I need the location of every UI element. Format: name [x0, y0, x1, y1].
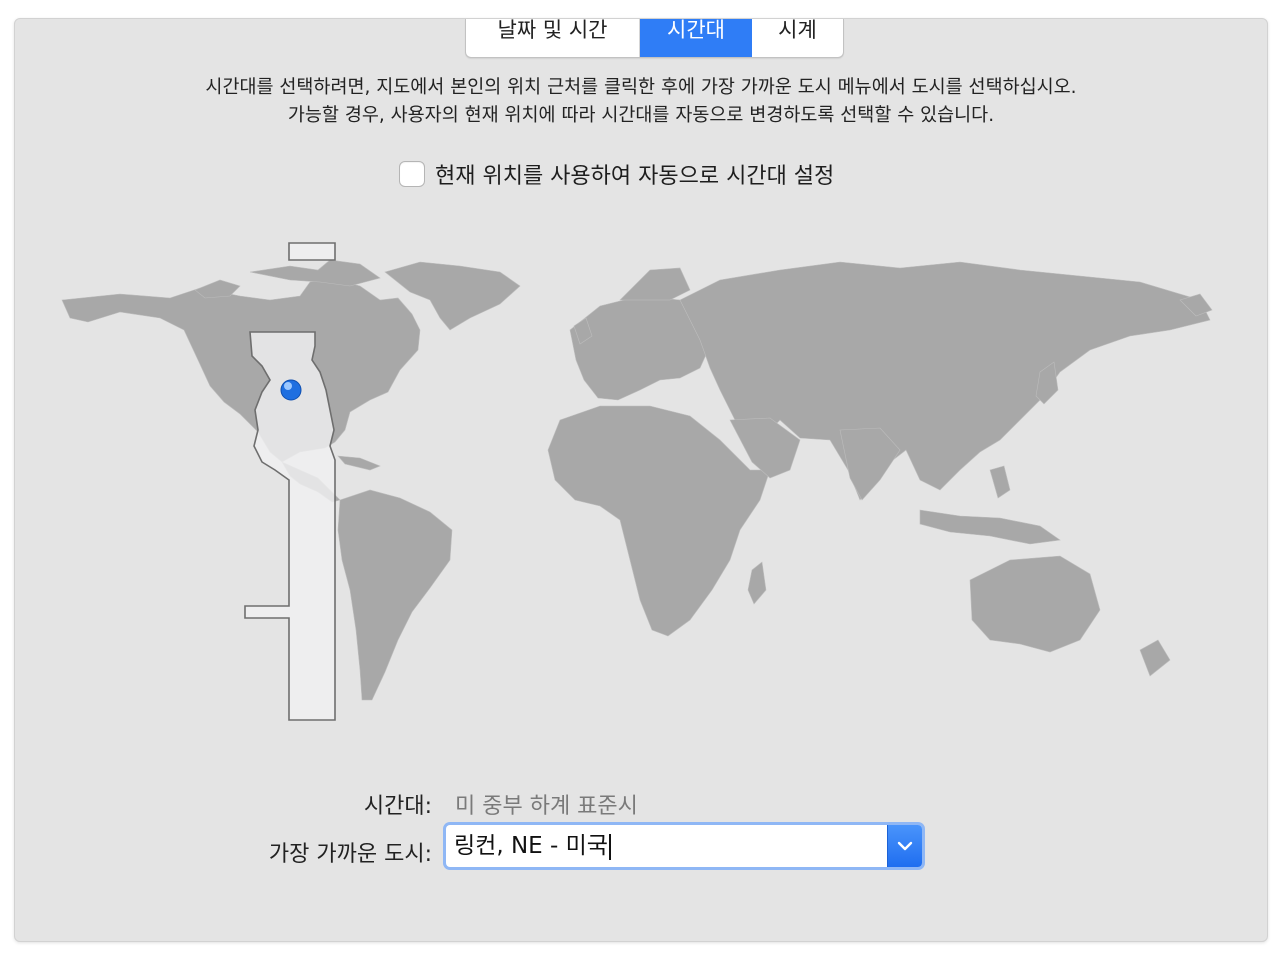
madagascar	[747, 561, 767, 605]
closest-city-input[interactable]: 링컨, NE - 미국	[454, 825, 611, 867]
philippines	[989, 465, 1011, 499]
text-caret	[608, 833, 611, 860]
closest-city-combobox[interactable]: 링컨, NE - 미국	[443, 822, 925, 870]
blue-dot-icon	[280, 379, 302, 401]
south-america	[337, 489, 453, 701]
scandinavia	[619, 267, 691, 301]
caribbean	[337, 455, 381, 471]
africa	[547, 405, 771, 637]
continents	[61, 259, 1213, 701]
north-america	[61, 277, 421, 463]
timezone-label: 시간대:	[363, 794, 432, 819]
closest-city-value: 링컨, NE - 미국	[454, 833, 608, 859]
timezone-value: 미 중부 하계 표준시	[455, 794, 638, 819]
new-zealand	[1139, 639, 1171, 677]
australia	[969, 555, 1101, 653]
closest-city-dropdown-button[interactable]	[887, 825, 922, 867]
chevron-down-icon	[897, 841, 913, 851]
indonesia	[919, 509, 1061, 545]
world-map[interactable]	[0, 0, 1282, 954]
closest-city-label: 가장 가까운 도시:	[268, 842, 432, 867]
